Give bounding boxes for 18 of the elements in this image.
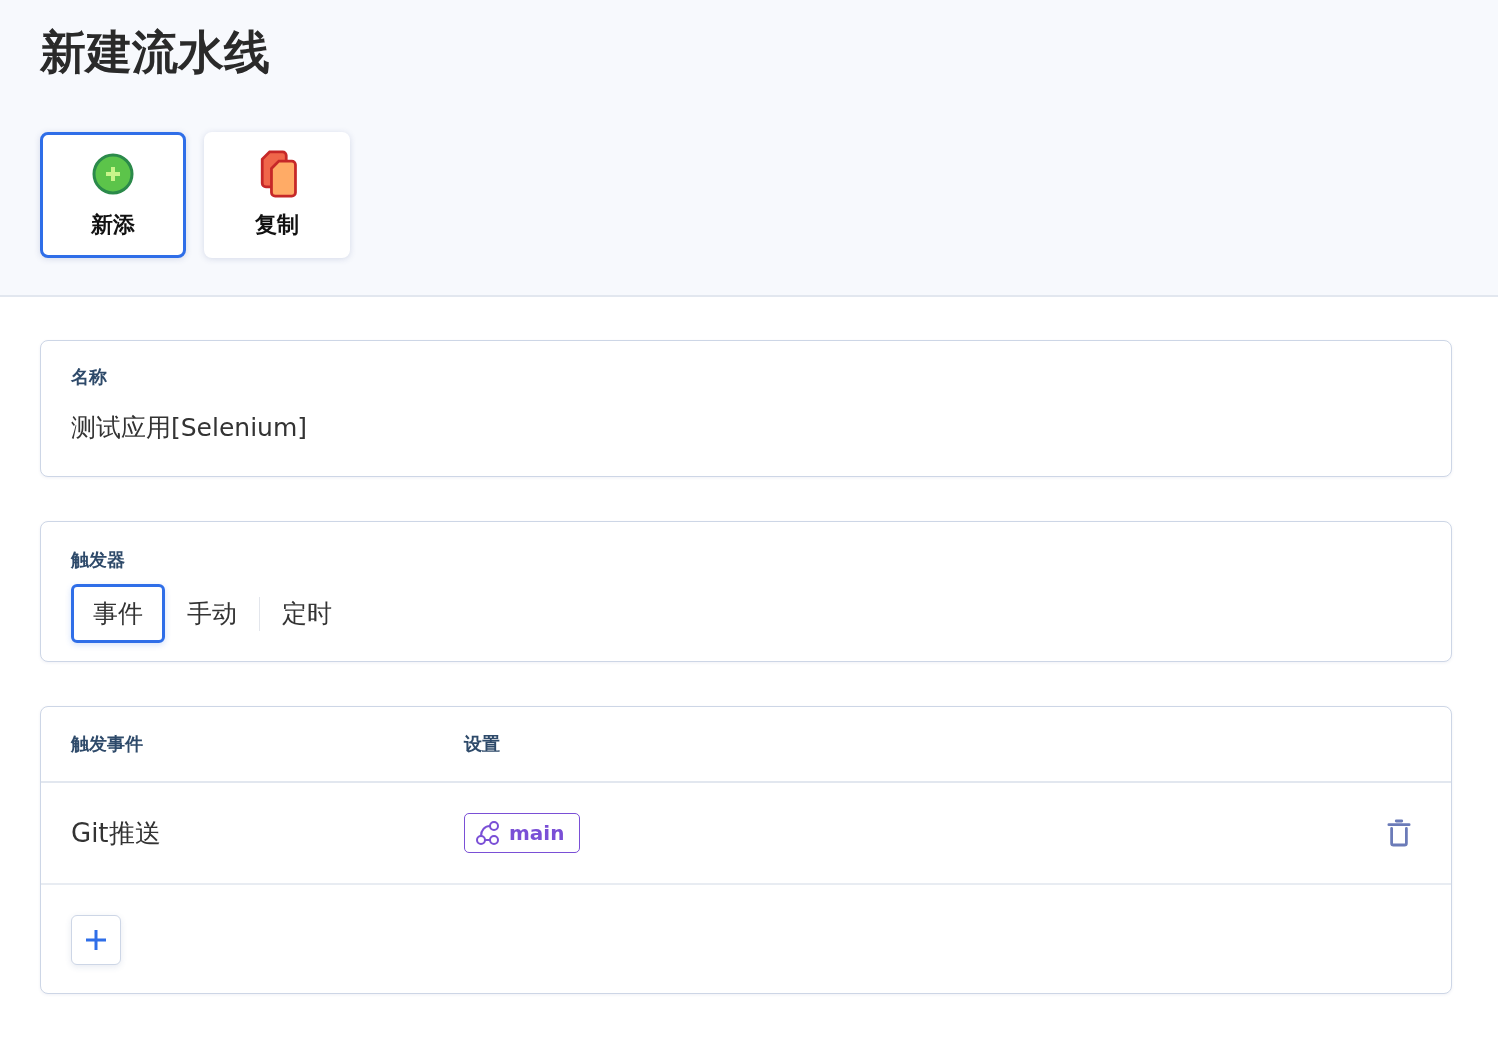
trigger-option[interactable]: 手动 <box>165 584 259 643</box>
column-header: 设置 <box>464 732 501 756</box>
branch-icon <box>475 820 501 846</box>
event-cell-text: Git推送 <box>70 816 162 850</box>
plus-icon <box>84 928 108 952</box>
add-button[interactable] <box>71 915 121 965</box>
action-card[interactable]: 复制 <box>204 132 350 258</box>
column-header: 触发事件 <box>69 732 144 756</box>
delete-button[interactable] <box>1387 818 1411 848</box>
trigger-option[interactable]: 定时 <box>260 584 354 643</box>
field-label: 触发器 <box>71 548 125 572</box>
page-title: 新建流水线 <box>40 24 270 81</box>
branch-name: main <box>509 821 565 845</box>
trash-icon <box>1387 818 1411 848</box>
action-card[interactable]: 新添 <box>40 132 186 258</box>
trigger-option[interactable]: 事件 <box>71 584 165 643</box>
name-value: 测试应用[Selenium] <box>71 412 309 444</box>
field-label: 名称 <box>71 365 107 389</box>
